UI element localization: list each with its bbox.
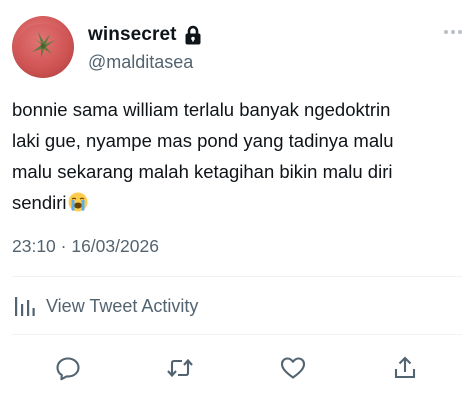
more-options-icon[interactable] (444, 30, 462, 34)
action-bar (0, 351, 474, 385)
retweet-icon (167, 358, 193, 378)
display-name[interactable]: winsecret (88, 24, 177, 46)
view-tweet-activity-button[interactable]: View Tweet Activity (12, 294, 198, 318)
tomato-avatar-image (16, 24, 70, 74)
like-button[interactable] (276, 351, 310, 385)
avatar[interactable] (12, 16, 74, 78)
tweet-text: bonnie sama william terlalu banyak ngedo… (12, 94, 462, 218)
retweet-button[interactable] (163, 351, 197, 385)
loudly-crying-face-emoji (68, 192, 87, 212)
share-icon (394, 356, 416, 379)
heart-icon (280, 357, 306, 379)
lock-icon (185, 25, 201, 45)
name-row: winsecret (88, 24, 202, 46)
view-tweet-activity-label: View Tweet Activity (46, 295, 199, 316)
share-button[interactable] (388, 351, 422, 385)
user-handle[interactable]: @malditasea (88, 52, 193, 73)
reply-button[interactable] (51, 351, 85, 385)
reply-icon (56, 357, 80, 381)
tweet-timestamp[interactable]: 23:10 · 16/03/2026 (12, 236, 159, 257)
divider (12, 334, 462, 335)
bar-chart-icon (15, 297, 35, 316)
divider (12, 276, 462, 277)
